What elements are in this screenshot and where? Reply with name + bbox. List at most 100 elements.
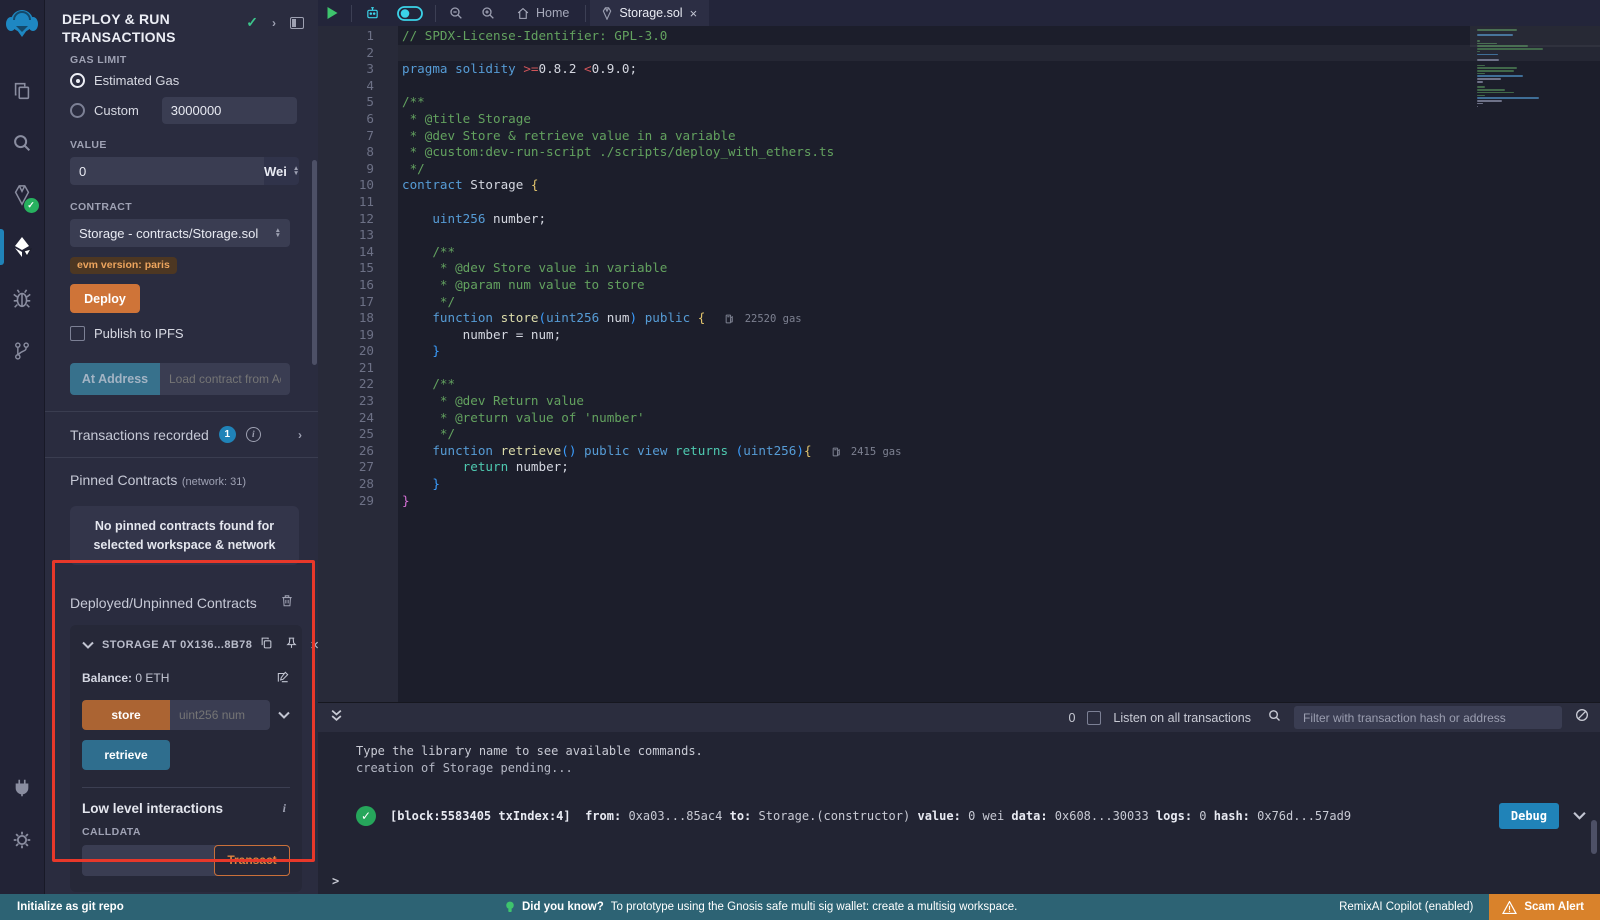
line-number: 2	[318, 45, 374, 62]
editor-toolbar: Home Storage.sol ×	[318, 0, 1600, 26]
debugger-icon[interactable]	[0, 273, 45, 325]
expand-tx-icon[interactable]	[1573, 809, 1586, 823]
code-line[interactable]: 27 return number;	[318, 459, 1600, 476]
code-line[interactable]: 11	[318, 194, 1600, 211]
code-line[interactable]: 29}	[318, 493, 1600, 510]
solidity-compiler-icon[interactable]: ✓	[0, 169, 45, 221]
code-line[interactable]: 8 * @custom:dev-run-script ./scripts/dep…	[318, 144, 1600, 161]
close-tab-icon[interactable]: ×	[690, 6, 698, 21]
expand-args-icon[interactable]	[278, 706, 290, 724]
code-editor[interactable]: 1// SPDX-License-Identifier: GPL-3.023pr…	[318, 26, 1600, 702]
listen-all-checkbox[interactable]	[1087, 711, 1101, 725]
info-icon[interactable]: i	[246, 427, 261, 442]
minimap-line	[1477, 103, 1483, 105]
zoom-in-icon[interactable]	[472, 0, 504, 26]
minimap-line	[1477, 106, 1478, 108]
edit-icon[interactable]	[276, 670, 290, 687]
estimated-gas-radio[interactable]	[70, 73, 85, 88]
trash-icon[interactable]	[280, 593, 294, 613]
code-line[interactable]: 19 number = num;	[318, 327, 1600, 344]
code-line[interactable]: 3pragma solidity >=0.8.2 <0.9.0;	[318, 61, 1600, 78]
tab-storage-sol[interactable]: Storage.sol ×	[590, 0, 709, 26]
code-line[interactable]: 14 /**	[318, 244, 1600, 261]
store-arg-input[interactable]	[170, 700, 270, 730]
code-line[interactable]: 13	[318, 227, 1600, 244]
pin-icon[interactable]	[285, 636, 298, 655]
code-line[interactable]: 24 * @return value of 'number'	[318, 410, 1600, 427]
chevron-right-icon[interactable]: ›	[298, 428, 302, 442]
retrieve-function-button[interactable]: retrieve	[82, 740, 170, 770]
terminal-scrollbar[interactable]	[1591, 820, 1597, 854]
custom-gas-radio[interactable]	[70, 103, 85, 118]
copy-icon[interactable]	[260, 636, 273, 655]
at-address-button[interactable]: At Address	[70, 363, 160, 395]
balance-value: 0 ETH	[135, 671, 169, 685]
code-line[interactable]: 20 }	[318, 343, 1600, 360]
transactions-recorded-row[interactable]: Transactions recorded 1 i ›	[45, 412, 318, 457]
minimap-line	[1477, 78, 1501, 80]
deploy-button[interactable]: Deploy	[70, 284, 140, 313]
code-line[interactable]: 9 */	[318, 161, 1600, 178]
filter-tx-input[interactable]	[1294, 706, 1562, 729]
store-function-button[interactable]: store	[82, 700, 170, 730]
panel-scrollbar[interactable]	[312, 160, 317, 365]
code-line[interactable]: 6 * @title Storage	[318, 111, 1600, 128]
pin-panel-icon[interactable]	[290, 17, 304, 29]
search-icon[interactable]	[0, 117, 45, 169]
code-line[interactable]: 2	[318, 45, 1600, 62]
remix-logo-icon[interactable]	[4, 6, 40, 47]
plugin-manager-icon[interactable]	[0, 762, 45, 814]
ai-copilot-icon[interactable]	[356, 0, 389, 26]
contract-instance-name[interactable]: STORAGE AT 0X136...8B78	[102, 639, 252, 651]
listen-all-label: Listen on all transactions	[1113, 711, 1251, 725]
gas-estimate-annotation: 2415 gas	[832, 446, 902, 458]
contract-select[interactable]: Storage - contracts/Storage.sol ▲▼	[70, 219, 290, 247]
file-explorer-icon[interactable]	[0, 65, 45, 117]
code-line[interactable]: 26 function retrieve() public view retur…	[318, 443, 1600, 460]
terminal[interactable]: Type the library name to see available c…	[318, 732, 1600, 894]
code-line[interactable]: 21	[318, 360, 1600, 377]
ai-toggle-icon[interactable]	[389, 0, 431, 26]
code-line[interactable]: 25 */	[318, 426, 1600, 443]
tab-home[interactable]: Home	[504, 0, 581, 26]
chevron-down-icon[interactable]	[82, 636, 94, 654]
copilot-status[interactable]: RemixAI Copilot (enabled)	[1339, 901, 1473, 913]
code-line[interactable]: 23 * @dev Return value	[318, 393, 1600, 410]
code-line[interactable]: 16 * @param num value to store	[318, 277, 1600, 294]
code-line[interactable]: 5/**	[318, 94, 1600, 111]
publish-ipfs-checkbox[interactable]	[70, 326, 85, 341]
at-address-input[interactable]	[160, 363, 290, 395]
clear-console-icon[interactable]	[1574, 707, 1590, 728]
code-line[interactable]: 28 }	[318, 476, 1600, 493]
code-line[interactable]: 1// SPDX-License-Identifier: GPL-3.0	[318, 28, 1600, 45]
value-unit-select[interactable]: Wei ▲▼	[264, 157, 299, 185]
code-line[interactable]: 10contract Storage {	[318, 177, 1600, 194]
collapse-terminal-icon[interactable]	[330, 709, 343, 727]
value-input[interactable]	[70, 157, 264, 185]
git-init-button[interactable]: Initialize as git repo	[0, 901, 124, 913]
panel-forward-icon[interactable]: ›	[272, 16, 276, 30]
zoom-out-icon[interactable]	[440, 0, 472, 26]
custom-gas-input[interactable]	[162, 97, 297, 124]
code-line[interactable]: 12 uint256 number;	[318, 211, 1600, 228]
code-line[interactable]: 4	[318, 78, 1600, 95]
minimap-slider[interactable]	[1470, 26, 1600, 47]
deploy-run-icon[interactable]	[0, 221, 45, 273]
code-line[interactable]: 15 * @dev Store value in variable	[318, 260, 1600, 277]
code-line[interactable]: 22 /**	[318, 376, 1600, 393]
git-icon[interactable]	[0, 325, 45, 377]
code-line[interactable]: 18 function store(uint256 num) public { …	[318, 310, 1600, 327]
debug-button[interactable]: Debug	[1499, 803, 1559, 829]
info-icon[interactable]: i	[283, 801, 286, 816]
scam-alert-button[interactable]: Scam Alert	[1489, 894, 1600, 920]
close-icon[interactable]: ×	[310, 637, 318, 654]
terminal-prompt[interactable]: >	[332, 874, 339, 888]
transaction-row[interactable]: ✓ [block:5583405 txIndex:4] from: 0xa03.…	[318, 803, 1600, 829]
run-script-button[interactable]	[318, 0, 347, 26]
settings-gear-icon[interactable]	[0, 814, 45, 866]
transact-button[interactable]: Transact	[214, 845, 290, 876]
line-number: 26	[318, 443, 374, 460]
minimap-line	[1477, 97, 1539, 99]
code-line[interactable]: 7 * @dev Store & retrieve value in a var…	[318, 128, 1600, 145]
code-line[interactable]: 17 */	[318, 294, 1600, 311]
